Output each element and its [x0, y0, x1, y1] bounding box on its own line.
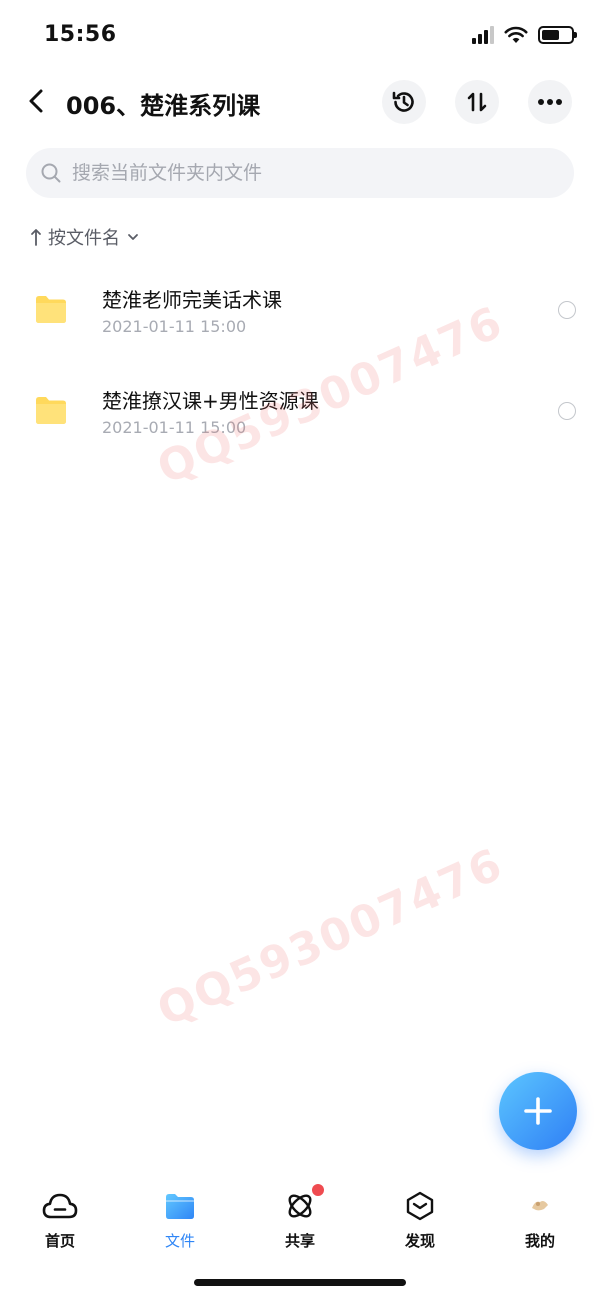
nav-item-discover[interactable]: 发现	[360, 1172, 480, 1262]
arrow-up-icon	[31, 229, 41, 246]
more-dots-icon	[538, 99, 562, 105]
sort-toggle-button[interactable]	[455, 80, 499, 124]
home-indicator	[194, 1279, 406, 1286]
status-time: 15:56	[44, 22, 117, 47]
chevron-left-icon	[29, 89, 43, 113]
wifi-icon	[504, 26, 528, 43]
folder-icon	[36, 397, 66, 424]
status-bar: 15:56	[0, 0, 600, 70]
nav-item-home[interactable]: 首页	[0, 1172, 120, 1262]
nav-item-me[interactable]: 我的	[480, 1172, 600, 1262]
nav-item-files[interactable]: 文件	[120, 1172, 240, 1262]
discover-box-icon	[402, 1188, 438, 1224]
cloud-home-icon	[42, 1188, 78, 1224]
history-icon	[392, 91, 414, 112]
search-icon	[41, 163, 61, 183]
file-date: 2021-01-11 15:00	[102, 418, 247, 437]
sort-arrows-icon	[467, 92, 487, 112]
header: 006、楚淮系列课	[0, 78, 600, 126]
page-title: 006、楚淮系列课	[66, 92, 261, 120]
file-name: 楚淮撩汉课+男性资源课	[102, 389, 319, 413]
cellular-signal-icon	[472, 26, 494, 44]
search-input[interactable]	[72, 162, 542, 184]
file-date: 2021-01-11 15:00	[102, 317, 247, 336]
battery-icon	[538, 26, 577, 44]
share-orbit-icon	[282, 1184, 324, 1224]
select-radio[interactable]	[558, 301, 576, 319]
more-button[interactable]	[528, 80, 572, 124]
sort-selector[interactable]: 按文件名	[30, 224, 140, 250]
bottom-nav: 首页 文件 共享 发现 我的	[0, 1172, 600, 1262]
chevron-down-icon	[128, 234, 138, 240]
folder-icon	[36, 296, 66, 323]
nav-item-share[interactable]: 共享	[240, 1172, 360, 1262]
folder-icon	[162, 1188, 198, 1224]
history-button[interactable]	[382, 80, 426, 124]
sort-label: 按文件名	[48, 228, 120, 249]
list-item[interactable]: 楚淮撩汉课+男性资源课 2021-01-11 15:00	[0, 363, 600, 464]
file-name: 楚淮老师完美话术课	[102, 288, 282, 312]
nav-label: 发现	[404, 1232, 435, 1250]
select-radio[interactable]	[558, 402, 576, 420]
list-item[interactable]: 楚淮老师完美话术课 2021-01-11 15:00	[0, 262, 600, 363]
back-button[interactable]	[22, 86, 52, 116]
search-bar[interactable]	[26, 148, 574, 198]
status-icons	[472, 26, 577, 44]
avatar-icon	[522, 1188, 558, 1224]
add-button[interactable]	[499, 1072, 577, 1150]
nav-label: 首页	[44, 1232, 75, 1250]
file-list: 楚淮老师完美话术课 2021-01-11 15:00 楚淮撩汉课+男性资源课 2…	[0, 262, 600, 464]
plus-icon	[524, 1097, 552, 1125]
notification-badge	[312, 1184, 324, 1196]
nav-label: 文件	[164, 1232, 195, 1250]
watermark: QQ593007476	[150, 838, 511, 1037]
nav-label: 共享	[284, 1232, 315, 1250]
nav-label: 我的	[524, 1232, 555, 1250]
